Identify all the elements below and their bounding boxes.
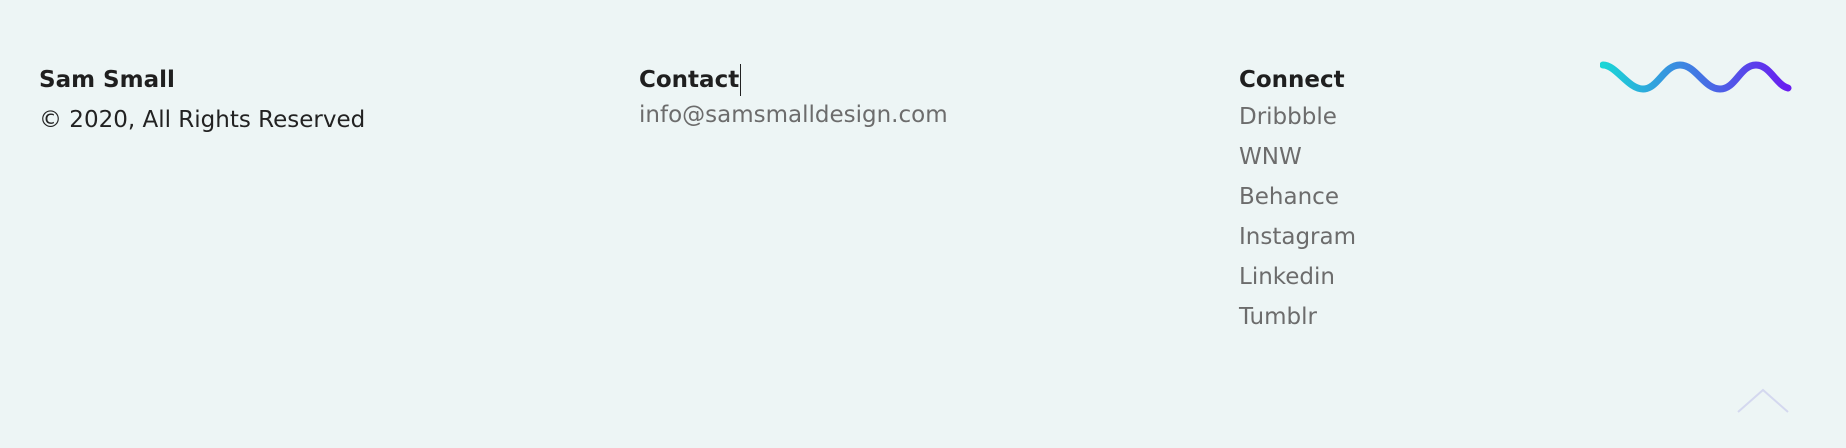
text-cursor xyxy=(740,64,742,96)
contact-column: Contact info@samsmalldesign.com xyxy=(639,64,948,131)
contact-email-link[interactable]: info@samsmalldesign.com xyxy=(639,99,948,131)
brand-column: Sam Small © 2020, All Rights Reserved xyxy=(39,64,365,136)
wave-logo-icon[interactable] xyxy=(1600,55,1792,99)
social-link-linkedin[interactable]: Linkedin xyxy=(1239,257,1356,297)
social-link-dribbble[interactable]: Dribbble xyxy=(1239,97,1356,137)
contact-heading-label: Contact xyxy=(639,67,740,93)
chevron-up-icon[interactable] xyxy=(1735,385,1791,415)
social-link-wnw[interactable]: WNW xyxy=(1239,137,1356,177)
site-footer: Sam Small © 2020, All Rights Reserved Co… xyxy=(0,0,1846,448)
social-link-instagram[interactable]: Instagram xyxy=(1239,217,1356,257)
social-link-behance[interactable]: Behance xyxy=(1239,177,1356,217)
contact-heading: Contact xyxy=(639,64,948,96)
social-link-tumblr[interactable]: Tumblr xyxy=(1239,297,1356,337)
connect-heading: Connect xyxy=(1239,67,1345,93)
connect-column: Connect Dribbble WNW Behance Instagram L… xyxy=(1239,64,1356,337)
social-links-list: Dribbble WNW Behance Instagram Linkedin … xyxy=(1239,97,1356,337)
brand-name: Sam Small xyxy=(39,67,175,93)
copyright-text: © 2020, All Rights Reserved xyxy=(39,107,366,133)
